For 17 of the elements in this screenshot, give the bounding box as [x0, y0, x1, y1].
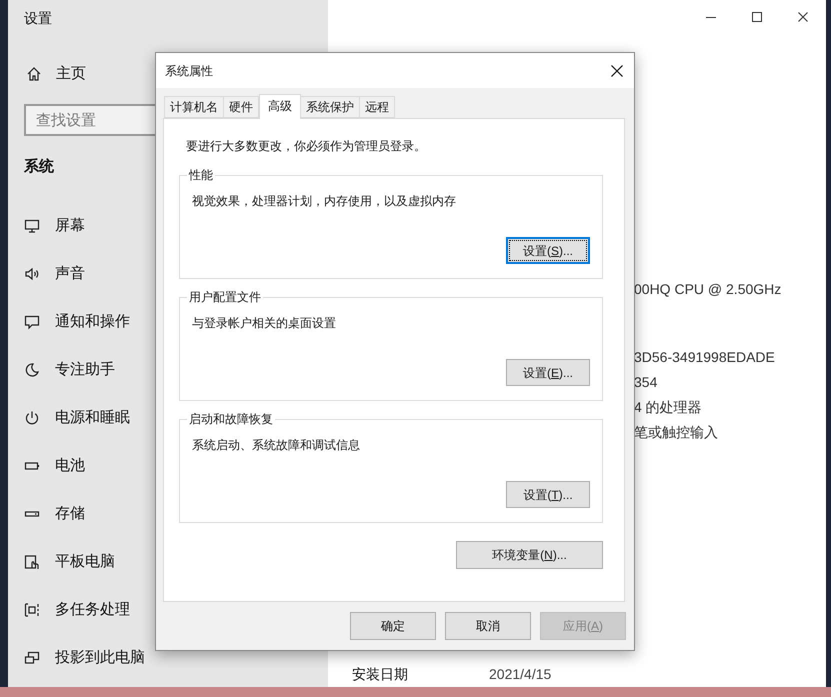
info-text: 3D56-3491998EDADE: [634, 348, 776, 367]
group-description: 与登录帐户相关的桌面设置: [192, 315, 336, 331]
info-text: 笔或触控输入: [634, 423, 719, 442]
section-heading: 系统: [24, 156, 54, 177]
window-title: 设置: [24, 8, 52, 28]
group-title: 用户配置文件: [187, 289, 263, 305]
group-description: 系统启动、系统故障和调试信息: [192, 437, 360, 453]
info-text: 4 的处理器: [634, 398, 703, 417]
dialog-title: 系统属性: [165, 62, 213, 80]
info-text: 00HQ CPU @ 2.50GHz: [634, 280, 782, 299]
info-label: 安装日期: [352, 665, 409, 684]
group-title: 性能: [187, 167, 215, 183]
notice-text: 要进行大多数更改，你必须作为管理员登录。: [186, 138, 426, 155]
group-description: 视觉效果，处理器计划，内存使用，以及虚拟内存: [192, 193, 456, 209]
group-title: 启动和故障恢复: [187, 411, 275, 427]
info-text: 354: [634, 373, 658, 392]
info-value: 2021/4/15: [489, 665, 552, 684]
